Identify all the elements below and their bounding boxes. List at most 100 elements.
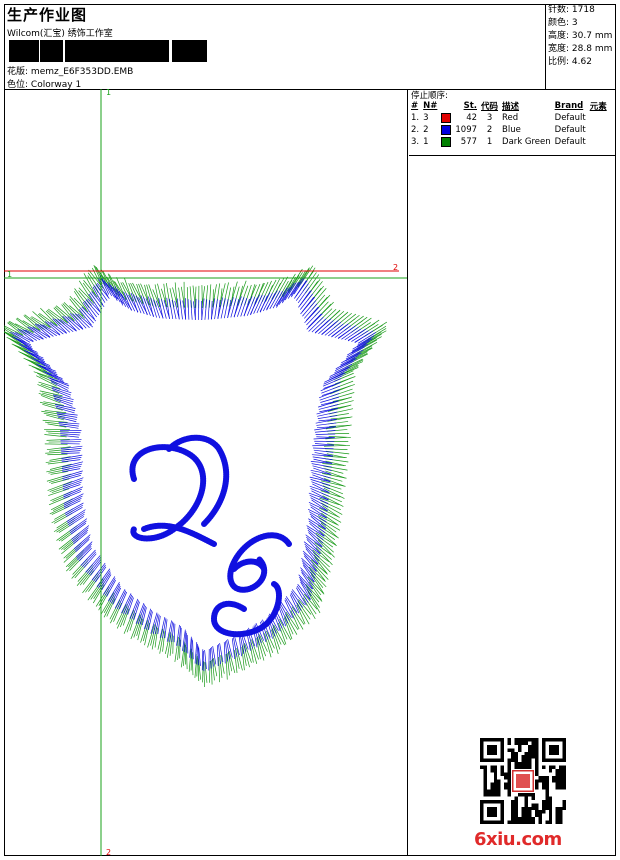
spec-width: 宽度: 28.8 mm xyxy=(548,44,613,54)
table-header: # N# St. 代码 描述 Brand 元素 xyxy=(411,101,607,112)
guide-v-bottom-label: 2 xyxy=(106,848,111,856)
green-stitch xyxy=(186,287,189,308)
blue-stitch xyxy=(324,321,342,336)
spec-colors: 颜色: 3 xyxy=(548,18,578,28)
blue-stitch xyxy=(351,330,369,342)
blue-border-stitches xyxy=(10,275,376,672)
blue-stitch xyxy=(63,486,84,496)
green-stitch xyxy=(205,285,209,308)
green-stitch xyxy=(82,570,94,585)
studio-name: Wilcom(汇宝) 绣饰工作室 xyxy=(7,29,113,39)
blue-stitch xyxy=(129,598,139,619)
spec-scale: 比例: 4.62 xyxy=(548,57,592,67)
blue-stitch xyxy=(61,448,82,451)
green-stitch xyxy=(74,288,90,308)
green-stitch xyxy=(78,280,93,302)
green-stitch xyxy=(209,660,211,683)
blue-stitch xyxy=(180,627,182,647)
green-stitch xyxy=(329,385,351,395)
blue-stitch xyxy=(93,564,106,582)
blue-stitch xyxy=(63,491,82,499)
header-left: 生产作业图 Wilcom(汇宝) 绣饰工作室 花版: memz_E6F353DD… xyxy=(4,4,546,90)
blue-stitch xyxy=(82,551,97,567)
design-label: 花版: xyxy=(7,67,29,77)
guide-h-left-label: 1 xyxy=(7,270,12,279)
green-stitch xyxy=(208,284,212,308)
blue-stitch xyxy=(61,450,81,453)
green-stitch xyxy=(49,456,71,461)
blue-stitch xyxy=(61,452,80,454)
blue-stitch xyxy=(321,320,339,336)
header: 生产作业图 Wilcom(汇宝) 绣饰工作室 花版: memz_E6F353DD… xyxy=(4,4,616,90)
green-stitch xyxy=(186,646,188,670)
blue-stitch xyxy=(307,529,324,544)
color-swatch-green xyxy=(441,136,452,147)
blue-stitch xyxy=(186,634,189,654)
green-stitch xyxy=(229,281,238,307)
green-stitch xyxy=(78,290,92,306)
spec-stitches: 针数: 1718 xyxy=(548,5,595,15)
blue-stitch xyxy=(191,638,193,659)
blue-stitch xyxy=(313,447,334,450)
guide-h-right-label: 2 xyxy=(393,263,398,272)
blue-stitch xyxy=(314,318,332,334)
blue-stitch xyxy=(313,449,334,453)
blue-stitch xyxy=(285,596,298,613)
table-row: 1. 3 42 3 Red Default xyxy=(411,112,586,123)
blue-stitch xyxy=(214,299,218,320)
qr-code[interactable] xyxy=(480,738,566,824)
table-row: 3. 1 577 1 Dark Green Default xyxy=(411,136,586,147)
blue-stitch xyxy=(203,650,205,672)
stop-sequence-panel: 停止顺序: # N# St. 代码 描述 Brand 元素 1. 3 42 3 Re… xyxy=(409,89,615,156)
blue-stitch xyxy=(331,323,349,338)
blue-stitch xyxy=(207,300,210,320)
page-title: 生产作业图 xyxy=(7,6,88,24)
blue-stitch xyxy=(173,623,176,643)
blue-stitch xyxy=(62,468,81,473)
guide-v-top-label: 1 xyxy=(106,89,111,97)
blue-stitch xyxy=(312,444,334,447)
blue-stitch xyxy=(179,299,183,320)
blue-stitch xyxy=(216,645,219,667)
blue-stitch xyxy=(351,340,370,352)
monogram-dg xyxy=(129,434,292,638)
blue-stitch xyxy=(337,325,357,340)
watermark-logo: 6xiu.com xyxy=(474,829,562,850)
blue-stitch xyxy=(62,477,84,486)
stop-sequence-table: # N# St. 代码 描述 Brand 元素 1. 3 42 3 Red Defau… xyxy=(409,100,609,148)
blue-stitch xyxy=(318,400,339,408)
green-stitch xyxy=(210,659,213,685)
blue-stitch xyxy=(24,349,44,359)
design-row: 花版: memz_E6F353DD.EMB xyxy=(7,64,133,77)
blue-stitch xyxy=(61,454,83,459)
barcode xyxy=(9,40,207,62)
color-swatch-red xyxy=(441,112,452,123)
green-stitch xyxy=(279,619,292,641)
blue-stitch xyxy=(347,328,366,342)
green-stitch xyxy=(165,282,171,308)
green-stitch xyxy=(291,606,305,625)
green-stitch xyxy=(322,463,346,467)
blue-stitch xyxy=(210,648,212,669)
green-stitch xyxy=(236,280,247,306)
blue-stitch xyxy=(192,640,194,660)
blue-stitch xyxy=(285,597,296,616)
green-stitch xyxy=(247,284,257,305)
blue-stitch xyxy=(187,299,190,320)
blue-stitch xyxy=(314,430,336,433)
blue-stitch xyxy=(279,603,290,621)
design-canvas: 1 2 1 2 xyxy=(4,89,408,856)
green-stitch xyxy=(218,657,221,683)
blue-stitch xyxy=(123,594,133,614)
blue-stitch xyxy=(60,431,81,434)
blue-stitch xyxy=(341,327,359,340)
green-stitch xyxy=(47,453,68,456)
green-stitch xyxy=(113,602,122,622)
blue-stitch xyxy=(308,532,323,548)
blue-stitch xyxy=(316,422,337,426)
embroidery-preview: 1 2 1 2 xyxy=(4,89,407,856)
blue-stitch xyxy=(223,642,226,664)
blue-stitch xyxy=(233,296,242,318)
blue-stitch xyxy=(58,421,80,425)
monogram-d xyxy=(129,434,230,547)
